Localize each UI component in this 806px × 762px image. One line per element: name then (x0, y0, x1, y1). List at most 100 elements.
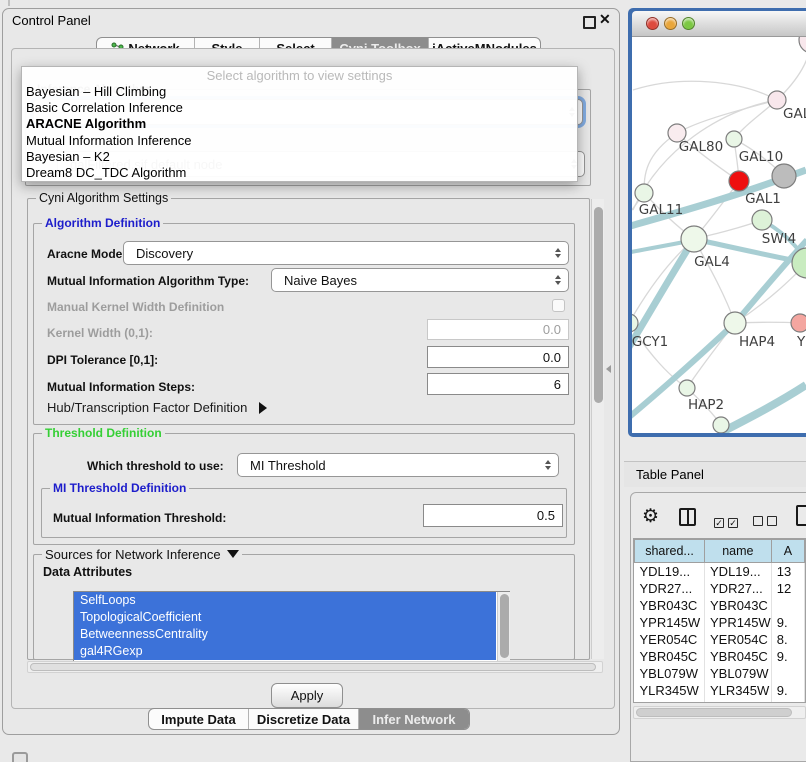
kernel-width-field[interactable]: 0.0 (427, 319, 569, 340)
node-hap2[interactable] (679, 380, 695, 396)
attribute-item[interactable]: gal4RGexp (74, 643, 496, 660)
table-cell[interactable]: 9. (771, 648, 804, 665)
aracne-mode-combo[interactable]: Discovery (123, 241, 569, 265)
table-cell[interactable]: YER054C (635, 631, 705, 648)
table-header-row[interactable]: shared...nameA (635, 540, 805, 563)
table-cell[interactable]: YBR043C (635, 597, 705, 614)
tab-impute-data[interactable]: Impute Data (149, 709, 249, 729)
table-cell[interactable]: YDR27... (705, 580, 772, 597)
data-attributes-list[interactable]: SelfLoopsTopologicalCoefficientBetweenne… (73, 591, 510, 667)
attribute-item[interactable]: TopologicalCoefficient (74, 609, 496, 626)
popup-item[interactable]: Mutual Information Inference (22, 133, 577, 149)
settings-vertical-scrollbar[interactable] (591, 199, 604, 659)
table-row[interactable]: YDR27...YDR27...12 (635, 580, 805, 597)
popup-item[interactable]: Bayesian – Hill Climbing (22, 84, 577, 100)
node-gal10[interactable] (726, 131, 742, 147)
scrollbar-thumb[interactable] (594, 207, 603, 403)
table-cell[interactable]: YDL19... (705, 563, 772, 581)
node-hap4[interactable] (724, 312, 746, 334)
table-cell[interactable]: YER054C (705, 631, 772, 648)
mac-zoom-button[interactable] (682, 17, 695, 30)
table-cell[interactable]: 9. (771, 682, 804, 699)
table-cell[interactable]: 8. (771, 631, 804, 648)
scrollbar-thumb[interactable] (636, 708, 792, 717)
table-cell[interactable]: YBR045C (705, 648, 772, 665)
table-row[interactable]: YBR045CYBR045C9. (635, 648, 805, 665)
table-cell[interactable] (771, 597, 804, 614)
network-edge-thick[interactable] (722, 385, 806, 432)
mi-type-combo[interactable]: Naive Bayes (271, 268, 569, 292)
select-all-columns-icon[interactable]: ✓✓ (714, 513, 742, 531)
mac-minimize-button[interactable] (664, 17, 677, 30)
deselect-all-columns-icon[interactable] (753, 513, 781, 531)
mi-threshold-field[interactable]: 0.5 (423, 504, 563, 527)
network-edge[interactable] (644, 133, 677, 193)
node-table[interactable]: shared...nameA YDL19...YDL19...13YDR27..… (634, 539, 805, 703)
table-cell[interactable]: 12 (771, 580, 804, 597)
table-cell[interactable]: 13 (771, 563, 804, 581)
node-salmon[interactable] (791, 314, 806, 332)
tab-infer-network[interactable]: Infer Network (359, 709, 469, 729)
node-gray[interactable] (772, 164, 796, 188)
table-cell[interactable]: 9. (771, 699, 804, 703)
apply-button[interactable]: Apply (271, 683, 343, 708)
node-gal11[interactable] (635, 184, 653, 202)
sources-group-title[interactable]: Sources for Network Inference (42, 547, 242, 562)
table-cell[interactable]: YBR045C (635, 648, 705, 665)
scrollbar-thumb[interactable] (30, 663, 596, 671)
table-cell[interactable]: YDL19... (635, 563, 705, 581)
splitter-handle-icon[interactable] (606, 365, 611, 373)
table-cell[interactable] (771, 665, 804, 682)
network-canvas[interactable]: GALGAL80GAL10GAL1GAL11SWI4GAL4GCY1HAP4YH… (632, 37, 806, 433)
popup-item[interactable]: Basic Correlation Inference (22, 100, 577, 116)
node-unlabeled-top[interactable] (799, 37, 806, 53)
table-cell[interactable]: YLR345W (705, 682, 772, 699)
table-cell[interactable]: YBR043C (705, 597, 772, 614)
table-row[interactable]: YPR145WYPR145W9. (635, 614, 805, 631)
column-header-shared[interactable]: shared... (635, 540, 705, 563)
close-icon[interactable]: ✕ (599, 11, 611, 28)
node-swi4[interactable] (752, 210, 772, 230)
table-cell[interactable]: YIL052C (635, 699, 705, 703)
node-gal4[interactable] (681, 226, 707, 252)
node-gal1[interactable] (729, 171, 749, 191)
popup-item[interactable]: ARACNE Algorithm (22, 116, 577, 132)
hub-definition-expander[interactable]: Hub/Transcription Factor Definition (47, 400, 267, 415)
dpi-tolerance-field[interactable]: 0.0 (427, 346, 569, 368)
table-row[interactable]: YLR345WYLR345W9. (635, 682, 805, 699)
table-cell[interactable]: YDR27... (635, 580, 705, 597)
which-threshold-combo[interactable]: MI Threshold (237, 453, 559, 477)
popup-item[interactable]: Bayesian – K2 (22, 149, 577, 165)
manual-kernel-checkbox[interactable] (552, 299, 565, 312)
columns-icon[interactable] (679, 508, 696, 526)
table-cell[interactable]: YLR345W (635, 682, 705, 699)
mac-close-button[interactable] (646, 17, 659, 30)
table-row[interactable]: YIL052CYIL052C9. (635, 699, 805, 703)
scrollbar-thumb[interactable] (500, 594, 509, 658)
table-cell[interactable]: YBL079W (705, 665, 772, 682)
node-bottom[interactable] (713, 417, 729, 433)
table-cell[interactable]: 9. (771, 614, 804, 631)
table-row[interactable]: YBL079WYBL079W (635, 665, 805, 682)
column-header-a[interactable]: A (771, 540, 804, 563)
minimized-panel-icon[interactable] (12, 752, 28, 762)
mi-steps-field[interactable]: 6 (427, 373, 569, 395)
table-cell[interactable]: YIL052C (705, 699, 772, 703)
network-edge[interactable] (633, 81, 777, 100)
table-row[interactable]: YDL19...YDL19...13 (635, 563, 805, 581)
float-window-icon[interactable] (583, 16, 596, 29)
table-row[interactable]: YBR043CYBR043C (635, 597, 805, 614)
export-table-icon[interactable] (796, 505, 806, 526)
settings-horizontal-scrollbar[interactable] (27, 661, 603, 673)
column-header-name[interactable]: name (705, 540, 772, 563)
network-graph[interactable]: GALGAL80GAL10GAL1GAL11SWI4GAL4GCY1HAP4YH… (632, 37, 806, 433)
attribute-item[interactable]: SelfLoops (74, 592, 496, 609)
tab-discretize-data[interactable]: Discretize Data (249, 709, 359, 729)
attribute-list-scrollbar[interactable] (497, 592, 510, 666)
popup-item[interactable]: Dream8 DC_TDC Algorithm (22, 165, 577, 181)
table-cell[interactable]: YBL079W (635, 665, 705, 682)
table-horizontal-scrollbar[interactable] (633, 706, 806, 719)
table-row[interactable]: YER054CYER054C8. (635, 631, 805, 648)
attribute-item[interactable]: BetweennessCentrality (74, 626, 496, 643)
table-cell[interactable]: YPR145W (705, 614, 772, 631)
